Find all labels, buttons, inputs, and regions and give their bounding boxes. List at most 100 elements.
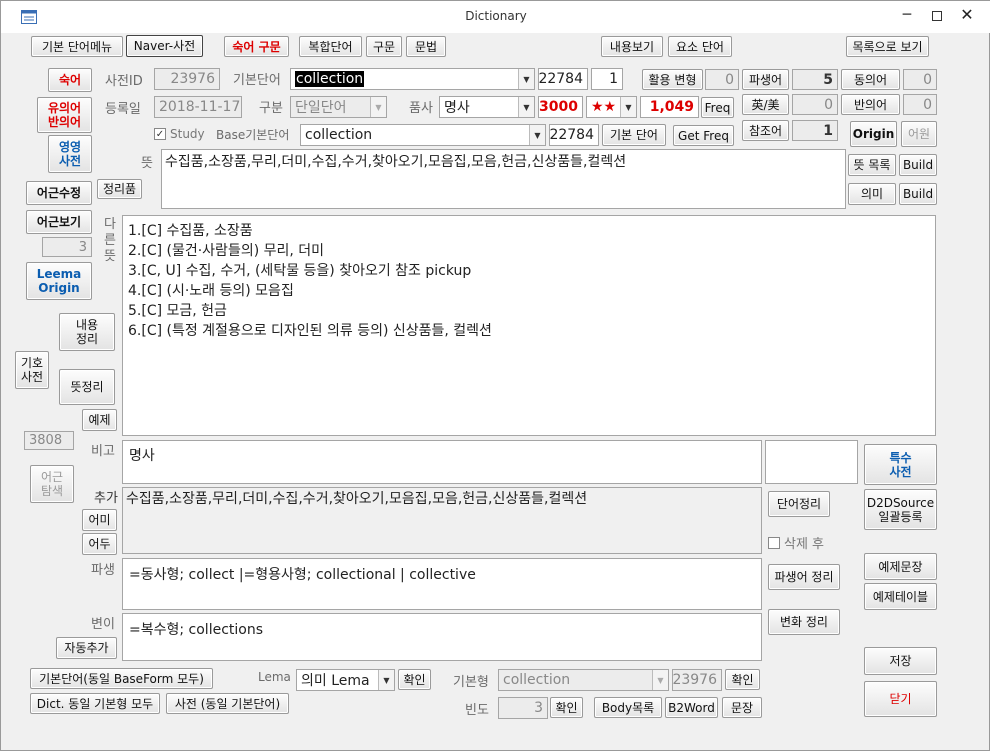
word-clean-button[interactable]: 단어정리	[768, 491, 830, 517]
dict-same-basic-word-button[interactable]: 사전 (동일 기본단어)	[166, 693, 289, 714]
example-sentence-button[interactable]: 예제문장	[864, 553, 937, 580]
root-count-field[interactable]: 3	[42, 237, 92, 257]
category-combo[interactable]: 단일단어 ▼	[290, 96, 387, 118]
view-list-button[interactable]: 목록으로 보기	[846, 36, 929, 57]
base-base-word-combo[interactable]: collection ▼	[300, 124, 546, 146]
chevron-down-icon[interactable]: ▼	[378, 670, 394, 690]
auto-add-button[interactable]: 자동추가	[56, 637, 117, 659]
chevron-down-icon[interactable]: ▼	[518, 97, 534, 117]
origin-button[interactable]: Origin	[850, 121, 897, 147]
base-base-word-number[interactable]: 22784	[549, 124, 599, 146]
total-count-field[interactable]: 3808	[24, 431, 74, 450]
view-root-button[interactable]: 어근보기	[26, 210, 92, 234]
base-word-index[interactable]: 1	[591, 68, 623, 90]
star-rating-combo[interactable]: ★★ ▼	[586, 96, 637, 118]
usage-variant-button[interactable]: 활용 변형	[642, 69, 703, 90]
build-button[interactable]: Build	[899, 154, 937, 176]
other-meanings-textarea[interactable]: 1.[C] 수집품, 소장품 2.[C] (물건·사람들의) 무리, 더미 3.…	[122, 215, 936, 436]
basic-menu-button[interactable]: 기본 단어메뉴	[31, 36, 123, 57]
english-dictionary-button[interactable]: 영영 사전	[48, 135, 92, 173]
d2d-source-button[interactable]: D2DSource 일괄등록	[864, 489, 937, 530]
frequency-field[interactable]: 3	[498, 697, 548, 719]
antonym-count-field[interactable]: 0	[903, 94, 937, 115]
content-clean-button[interactable]: 내용 정리	[59, 313, 115, 351]
synonym-antonym-button[interactable]: 유의어 반의어	[37, 97, 92, 133]
pos-combo[interactable]: 명사 ▼	[439, 96, 535, 118]
reference-count-field[interactable]: 1	[792, 120, 838, 141]
usage-count-field[interactable]: 0	[705, 69, 739, 90]
base-form-combo[interactable]: collection ▼	[498, 669, 669, 691]
close-button[interactable]: 닫기	[864, 681, 937, 717]
maximize-icon[interactable]	[927, 7, 947, 27]
root-explore-button[interactable]: 어근 탐색	[30, 465, 74, 503]
change-clean-button[interactable]: 변화 정리	[768, 609, 840, 635]
grammar-button[interactable]: 문법	[406, 36, 446, 57]
suffix-button[interactable]: 어미	[82, 509, 117, 531]
build-button-2[interactable]: Build	[899, 183, 937, 205]
compound-word-button[interactable]: 복합단어	[299, 36, 362, 57]
leema-origin-button[interactable]: Leema Origin	[26, 262, 92, 300]
reference-word-button[interactable]: 참조어	[742, 120, 789, 141]
derive-textarea[interactable]: =동사형; collect |=형용사형; collectional | col…	[122, 558, 762, 610]
special-dictionary-button[interactable]: 특수 사전	[864, 444, 937, 485]
variant-textarea[interactable]: =복수형; collections	[122, 613, 762, 661]
antonym-button[interactable]: 반의어	[841, 94, 900, 115]
sense-button[interactable]: 의미	[848, 183, 896, 205]
derived-word-button[interactable]: 파생어	[742, 69, 789, 90]
symbol-dictionary-button[interactable]: 기호 사전	[15, 351, 49, 389]
note-textarea[interactable]: 명사	[122, 440, 762, 484]
confirm-base-form-button[interactable]: 확인	[725, 669, 760, 690]
base-word-combo[interactable]: collection ▼	[290, 68, 535, 90]
meaning-clean-button[interactable]: 뜻정리	[59, 369, 115, 405]
derive-clean-button[interactable]: 파생어 정리	[768, 564, 840, 590]
add-textarea[interactable]: 수집품,소장품,무리,더미,수집,수거,찾아오기,모음집,모음,헌금,신상품들,…	[122, 487, 762, 554]
get-freq-button[interactable]: Get Freq	[673, 125, 734, 146]
basic-word-button[interactable]: 기본 단어	[602, 124, 666, 146]
meaning-list-button[interactable]: 뜻 목록	[848, 154, 896, 176]
chevron-down-icon[interactable]: ▼	[518, 69, 534, 89]
save-button[interactable]: 저장	[864, 647, 937, 675]
chevron-down-icon[interactable]: ▼	[370, 97, 386, 117]
dict-id-field[interactable]: 23976	[154, 68, 220, 90]
prefix-button[interactable]: 어두	[82, 533, 117, 555]
idiom-button[interactable]: 숙어	[48, 68, 92, 92]
chevron-down-icon[interactable]: ▼	[652, 670, 668, 690]
chevron-down-icon[interactable]: ▼	[529, 125, 545, 145]
idiom-phrase-button[interactable]: 숙어 구문	[224, 36, 289, 57]
chevron-down-icon[interactable]: ▼	[620, 97, 636, 117]
base-word-number[interactable]: 22784	[538, 68, 588, 90]
meaning-textarea[interactable]: 수집품,소장품,무리,더미,수집,수거,찾아오기,모음집,모음,헌금,신상품들,…	[161, 149, 846, 209]
example-table-button[interactable]: 예제테이블	[864, 583, 937, 610]
element-word-button[interactable]: 요소 단어	[668, 36, 732, 57]
etymology-button[interactable]: 어원	[901, 121, 937, 147]
freq-button[interactable]: Freq	[701, 97, 734, 118]
close-icon[interactable]: ✕	[957, 5, 977, 25]
minimize-icon[interactable]: ─	[897, 7, 917, 27]
body-list-button[interactable]: Body목록	[594, 697, 662, 718]
lema-combo[interactable]: 의미 Lema ▼	[296, 669, 395, 691]
fix-root-button[interactable]: 어근수정	[26, 181, 92, 205]
base-form-number[interactable]: 23976	[672, 669, 722, 691]
dict-same-base-button[interactable]: Dict. 동일 기본형 모두	[30, 693, 160, 714]
base-form-all-button[interactable]: 기본단어(동일 BaseForm 모두)	[30, 668, 213, 689]
rank-field[interactable]: 3000	[538, 96, 583, 118]
uk-us-button[interactable]: 英/美	[742, 94, 789, 115]
phrase-button[interactable]: 구문	[366, 36, 402, 57]
view-content-button[interactable]: 내용보기	[601, 36, 663, 57]
derived-count-field[interactable]: 5	[792, 69, 838, 90]
note-side-field[interactable]	[765, 440, 858, 484]
b2word-button[interactable]: B2Word	[665, 697, 718, 718]
uk-us-count-field[interactable]: 0	[792, 94, 838, 115]
arrange-button[interactable]: 정리품	[97, 179, 142, 199]
confirm-frequency-button[interactable]: 확인	[550, 697, 583, 718]
example-button[interactable]: 예제	[82, 409, 117, 431]
sentence-button[interactable]: 문장	[722, 697, 762, 718]
frequency-value-field[interactable]: 1,049	[640, 96, 699, 118]
study-checkbox[interactable]: ✓ Study	[154, 127, 205, 141]
delete-after-checkbox[interactable]: 삭제 후	[768, 533, 824, 552]
naver-dictionary-button[interactable]: Naver-사전	[126, 35, 203, 57]
reg-date-field[interactable]: 2018-11-17	[154, 96, 242, 118]
synonym-button[interactable]: 동의어	[841, 69, 900, 90]
synonym-count-field[interactable]: 0	[903, 69, 937, 90]
confirm-lema-button[interactable]: 확인	[398, 669, 431, 690]
